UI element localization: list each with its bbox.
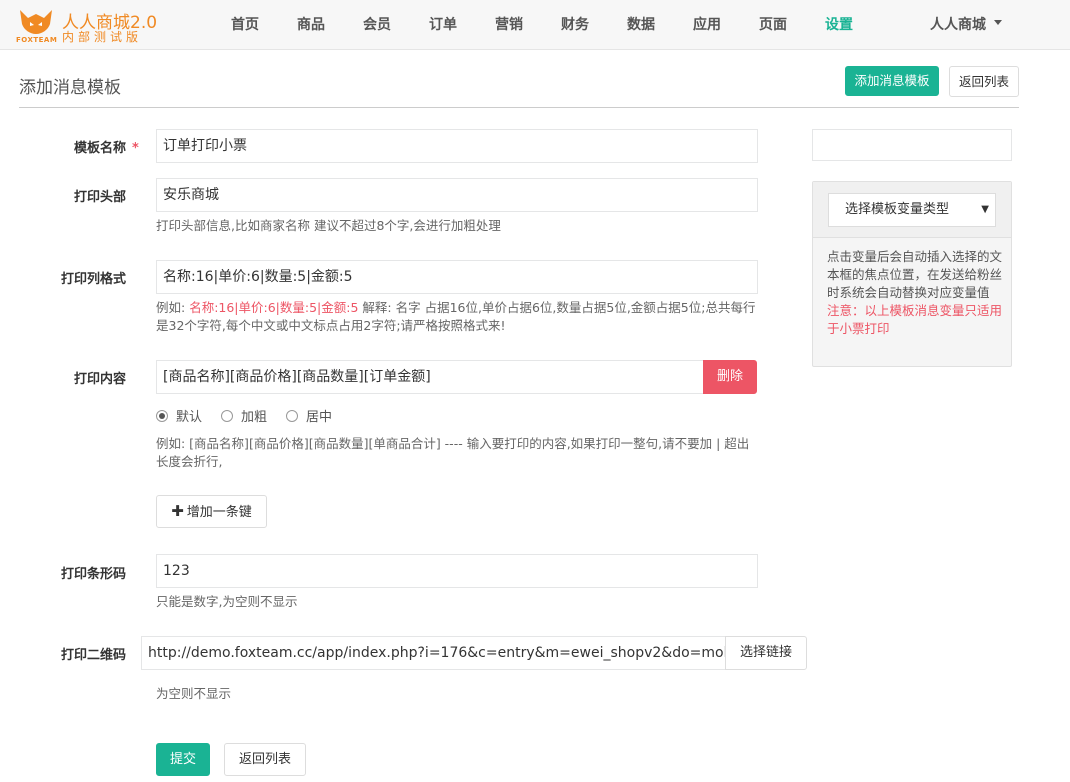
- main-nav: 首页 商品 会员 订单 营销 财务 数据 应用 页面 设置: [212, 0, 872, 50]
- radio-center-label: 居中: [306, 410, 333, 425]
- plus-icon: ✚: [171, 502, 184, 520]
- template-name-input[interactable]: 订单打印小票: [156, 129, 758, 163]
- nav-item-order[interactable]: 订单: [410, 0, 476, 50]
- top-navbar: FOXTEAM 人人商城2.0 内部测试版 首页 商品 会员 订单 营销 财务 …: [0, 0, 1070, 50]
- add-key-button-label: 增加一条键: [186, 505, 252, 520]
- column-format-input[interactable]: 名称:16|单价:6|数量:5|金额:5: [156, 260, 758, 294]
- back-list-button[interactable]: 返回列表: [224, 743, 306, 776]
- variable-panel-text: 点击变量后会自动插入选择的文本框的焦点位置，在发送给粉丝时系统会自动替换对应变量…: [827, 248, 1002, 338]
- variable-panel-warning: 注意：以上模板消息变量只适用于小票打印: [827, 303, 1003, 336]
- print-header-help: 打印头部信息,比如商家名称 建议不超过8个字,会进行加粗处理: [156, 218, 501, 233]
- column-format-help-prefix: 例如:: [156, 300, 190, 315]
- nav-item-pages[interactable]: 页面: [740, 0, 806, 50]
- template-name-label-text: 模板名称: [74, 141, 127, 156]
- submit-button[interactable]: 提交: [156, 743, 210, 776]
- qrcode-url-input[interactable]: http://demo.foxteam.cc/app/index.php?i=1…: [141, 636, 726, 670]
- side-variable-input[interactable]: [812, 129, 1012, 161]
- back-to-list-button[interactable]: 返回列表: [949, 66, 1019, 97]
- qrcode-help: 为空则不显示: [156, 686, 232, 701]
- radio-default-label: 默认: [176, 410, 203, 425]
- user-menu[interactable]: 人人商城: [930, 0, 1002, 50]
- brand-team: FOXTEAM: [16, 36, 58, 44]
- column-format-help-example: 名称:16|单价:6|数量:5|金额:5: [189, 300, 359, 315]
- page-title: 添加消息模板: [19, 78, 121, 98]
- nav-item-home[interactable]: 首页: [212, 0, 278, 50]
- radio-unchecked-icon: [286, 409, 298, 422]
- variable-type-select-label: 选择模板变量类型: [845, 202, 950, 217]
- radio-bold-label: 加粗: [241, 410, 268, 425]
- barcode-input[interactable]: 123: [156, 554, 758, 588]
- radio-bold[interactable]: 加粗: [221, 406, 267, 425]
- print-content-input[interactable]: [商品名称][商品价格][商品数量][订单金额]: [156, 360, 704, 394]
- print-content-help: 例如: [商品名称][商品价格][商品数量][单商品合计] ---- 输入要打印…: [156, 436, 750, 469]
- nav-item-data[interactable]: 数据: [608, 0, 674, 50]
- radio-default[interactable]: 默认: [156, 406, 202, 425]
- print-content-label: 打印内容: [74, 372, 127, 387]
- radio-unchecked-icon: [221, 409, 233, 422]
- nav-item-apps[interactable]: 应用: [674, 0, 740, 50]
- header-divider: [19, 107, 1019, 108]
- add-key-button[interactable]: ✚ 增加一条键: [156, 495, 267, 528]
- variable-panel-help: 点击变量后会自动插入选择的文本框的焦点位置，在发送给粉丝时系统会自动替换对应变量…: [827, 249, 1003, 300]
- variable-type-select[interactable]: 选择模板变量类型 ▼: [828, 193, 996, 227]
- chevron-down-icon: [994, 19, 1002, 25]
- nav-item-marketing[interactable]: 营销: [476, 0, 542, 50]
- dropdown-arrow-icon: ▼: [981, 204, 989, 215]
- radio-checked-icon: [156, 409, 168, 422]
- template-name-label: 模板名称 *: [74, 137, 139, 156]
- add-template-button[interactable]: 添加消息模板: [845, 66, 939, 96]
- radio-center[interactable]: 居中: [286, 406, 332, 425]
- nav-item-settings[interactable]: 设置: [806, 0, 872, 50]
- print-header-label: 打印头部: [74, 190, 127, 205]
- delete-button[interactable]: 删除: [703, 360, 757, 394]
- required-mark: *: [132, 141, 139, 156]
- barcode-help: 只能是数字,为空则不显示: [156, 594, 298, 609]
- variable-panel: 选择模板变量类型 ▼ 点击变量后会自动插入选择的文本框的焦点位置，在发送给粉丝时…: [812, 181, 1012, 367]
- column-format-label: 打印列格式: [61, 272, 127, 287]
- barcode-label: 打印条形码: [61, 567, 127, 582]
- variable-panel-header: 选择模板变量类型 ▼: [813, 182, 1011, 238]
- column-format-help: 例如: 名称:16|单价:6|数量:5|金额:5 解释: 名字 占据16位,单价…: [156, 299, 760, 335]
- brand-subtitle: 内部测试版: [62, 30, 143, 44]
- qrcode-label: 打印二维码: [61, 648, 127, 663]
- brand-logo[interactable]: FOXTEAM 人人商城2.0 内部测试版: [16, 6, 157, 46]
- user-menu-label: 人人商城: [930, 17, 986, 33]
- select-link-button[interactable]: 选择链接: [725, 636, 807, 670]
- nav-item-finance[interactable]: 财务: [542, 0, 608, 50]
- print-header-input[interactable]: 安乐商城: [156, 178, 758, 212]
- nav-item-goods[interactable]: 商品: [278, 0, 344, 50]
- nav-item-member[interactable]: 会员: [344, 0, 410, 50]
